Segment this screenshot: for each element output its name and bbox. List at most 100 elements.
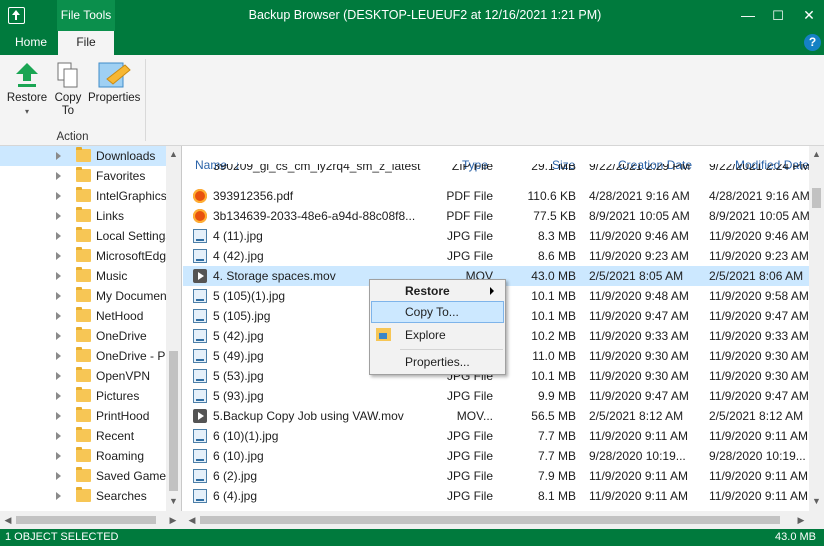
expand-arrow-icon[interactable] [56, 432, 61, 440]
expand-arrow-icon[interactable] [56, 292, 61, 300]
tree-item[interactable]: Local Settings [0, 226, 171, 246]
tree-item[interactable]: Saved Games [0, 466, 172, 486]
expand-arrow-icon[interactable] [56, 392, 61, 400]
expand-arrow-icon[interactable] [56, 492, 61, 500]
tree-item[interactable]: Music [0, 266, 166, 286]
folder-icon [76, 247, 91, 262]
tree-item[interactable]: MicrosoftEdge [0, 246, 173, 266]
file-size: 7.7 MB [537, 449, 576, 463]
tree-item[interactable]: My Documents [0, 286, 176, 306]
file-creation-date: 11/9/2020 9:33 AM [589, 329, 689, 343]
tree-hscroll-thumb[interactable] [16, 516, 156, 524]
table-row[interactable]: 3b134639-2033-48e6-a94d-88c08f8... PDF Fi… [183, 206, 810, 226]
tree-item[interactable]: Searches [0, 486, 166, 506]
expand-arrow-icon[interactable] [56, 412, 61, 420]
list-scrollbar[interactable]: ▲ ▼ [809, 146, 824, 511]
list-scroll-down-icon[interactable]: ▼ [809, 494, 824, 508]
expand-arrow-icon[interactable] [56, 272, 61, 280]
tab-file[interactable]: File [58, 31, 114, 55]
tree-item[interactable]: NetHood [0, 306, 166, 326]
tree-item[interactable]: Links [0, 206, 166, 226]
file-type: JPG File [446, 429, 493, 443]
properties-button[interactable]: Properties [88, 61, 140, 105]
tree-item-label: Downloads [96, 149, 156, 163]
mov-file-icon [193, 269, 207, 283]
tree-scroll-left-icon[interactable]: ◀ [2, 513, 14, 527]
list-scroll-right-icon[interactable]: ▶ [795, 513, 807, 527]
list-scroll-up-icon[interactable]: ▲ [809, 147, 824, 161]
tree-item[interactable]: OneDrive - Pr [0, 346, 169, 366]
file-size: 8.1 MB [537, 489, 576, 503]
tree-item[interactable]: OpenVPN [0, 366, 166, 386]
tree-scroll-right-icon[interactable]: ▶ [167, 513, 179, 527]
table-row[interactable]: 6 (4).jpg JPG File 8.1 MB 11/9/2020 9:11 AM… [183, 486, 810, 506]
file-modified-date: 11/9/2020 9:30 AM [709, 349, 809, 363]
expand-arrow-icon[interactable] [56, 372, 61, 380]
expand-arrow-icon[interactable] [56, 172, 61, 180]
expand-arrow-icon[interactable] [56, 332, 61, 340]
close-button[interactable]: ✕ [794, 0, 824, 31]
jpg-file-icon [193, 249, 207, 263]
explore-folder-icon [376, 328, 391, 341]
maximize-button[interactable]: ☐ [763, 0, 793, 31]
list-scroll-thumb[interactable] [812, 188, 821, 208]
expand-arrow-icon[interactable] [56, 232, 61, 240]
expand-arrow-icon[interactable] [56, 192, 61, 200]
file-modified-date: 4/28/2021 9:16 AM [709, 189, 810, 203]
menu-restore-label: Restore [405, 284, 450, 298]
table-row[interactable]: 4 (11).jpg JPG File 8.3 MB 11/9/2020 9:46 A… [183, 226, 810, 246]
expand-arrow-icon[interactable] [56, 472, 61, 480]
file-size: 11.0 MB [532, 349, 576, 363]
folder-icon [76, 267, 91, 282]
help-icon[interactable]: ? [804, 34, 821, 51]
table-row[interactable]: 390209_gi_cs_cm_iy2rq4_sm_z_latest ZIP Fi… [183, 164, 810, 176]
tree-item-label: IntelGraphics [96, 189, 167, 203]
table-row[interactable]: 6 (10).jpg JPG File 7.7 MB 9/28/2020 10:19.… [183, 446, 810, 466]
file-name: 390209_gi_cs_cm_iy2rq4_sm_z_latest [213, 164, 421, 173]
file-type: MOV... [456, 409, 493, 423]
tree-item[interactable]: IntelGraphics [0, 186, 167, 206]
menu-item-copy-to[interactable]: Copy To... [371, 301, 504, 323]
table-row[interactable]: 6 (10)(1).jpg JPG File 7.7 MB 11/9/2020 9:1… [183, 426, 810, 446]
expand-arrow-icon[interactable] [56, 352, 61, 360]
restore-button[interactable]: Restore ▾ [5, 61, 49, 118]
table-row[interactable]: 6 (2).jpg JPG File 7.9 MB 11/9/2020 9:11 AM… [183, 466, 810, 486]
table-row[interactable]: 4 (42).jpg JPG File 8.6 MB 11/9/2020 9:23 A… [183, 246, 810, 266]
table-row[interactable]: 393912356.pdf PDF File 110.6 KB 4/28/2021 9… [183, 186, 810, 206]
status-selection-count: 1 OBJECT SELECTED [5, 531, 119, 543]
tree-item[interactable]: Roaming [0, 446, 166, 466]
tree-item[interactable]: Pictures [0, 386, 166, 406]
menu-item-properties[interactable]: Properties... [371, 351, 504, 373]
file-creation-date: 11/9/2020 9:23 AM [589, 249, 689, 263]
expand-arrow-icon[interactable] [56, 252, 61, 260]
tree-scroll-thumb[interactable] [169, 351, 178, 491]
tree-item[interactable]: Downloads [0, 146, 166, 166]
tab-home[interactable]: Home [4, 31, 58, 55]
tree-scroll-down-icon[interactable]: ▼ [166, 494, 181, 508]
folder-icon [76, 387, 91, 402]
file-creation-date: 11/9/2020 9:47 AM [589, 389, 689, 403]
expand-arrow-icon[interactable] [56, 152, 61, 160]
expand-arrow-icon[interactable] [56, 212, 61, 220]
table-row[interactable]: 5 (93).jpg JPG File 9.9 MB 11/9/2020 9:47 A… [183, 386, 810, 406]
menu-item-restore[interactable]: Restore [371, 280, 504, 302]
tree-item[interactable]: Favorites [0, 166, 166, 186]
expand-arrow-icon[interactable] [56, 312, 61, 320]
menu-item-explore[interactable]: Explore [371, 324, 504, 346]
expand-arrow-icon[interactable] [56, 452, 61, 460]
tree-scroll-up-icon[interactable]: ▲ [166, 147, 181, 161]
list-hscroll-thumb[interactable] [200, 516, 780, 524]
tree-item[interactable]: Recent [0, 426, 166, 446]
table-row[interactable]: 5.Backup Copy Job using VAW.mov MOV... 56.… [183, 406, 810, 426]
tree-scrollbar[interactable]: ▲ ▼ [166, 146, 181, 511]
minimize-button[interactable]: — [733, 0, 763, 31]
list-scroll-left-icon[interactable]: ◀ [186, 513, 198, 527]
tree-item[interactable]: OneDrive [0, 326, 166, 346]
tree-item[interactable]: PrintHood [0, 406, 166, 426]
file-size: 56.5 MB [531, 409, 576, 423]
copy-to-button[interactable]: Copy To [52, 61, 84, 118]
zip-file-icon [193, 164, 207, 173]
title-bar: File Tools Backup Browser (DESKTOP-LEUEU… [0, 0, 824, 31]
restore-dropdown-icon[interactable]: ▾ [5, 105, 49, 118]
folder-tree[interactable]: Downloads Favorites IntelGraphics Links Loca… [0, 146, 182, 511]
